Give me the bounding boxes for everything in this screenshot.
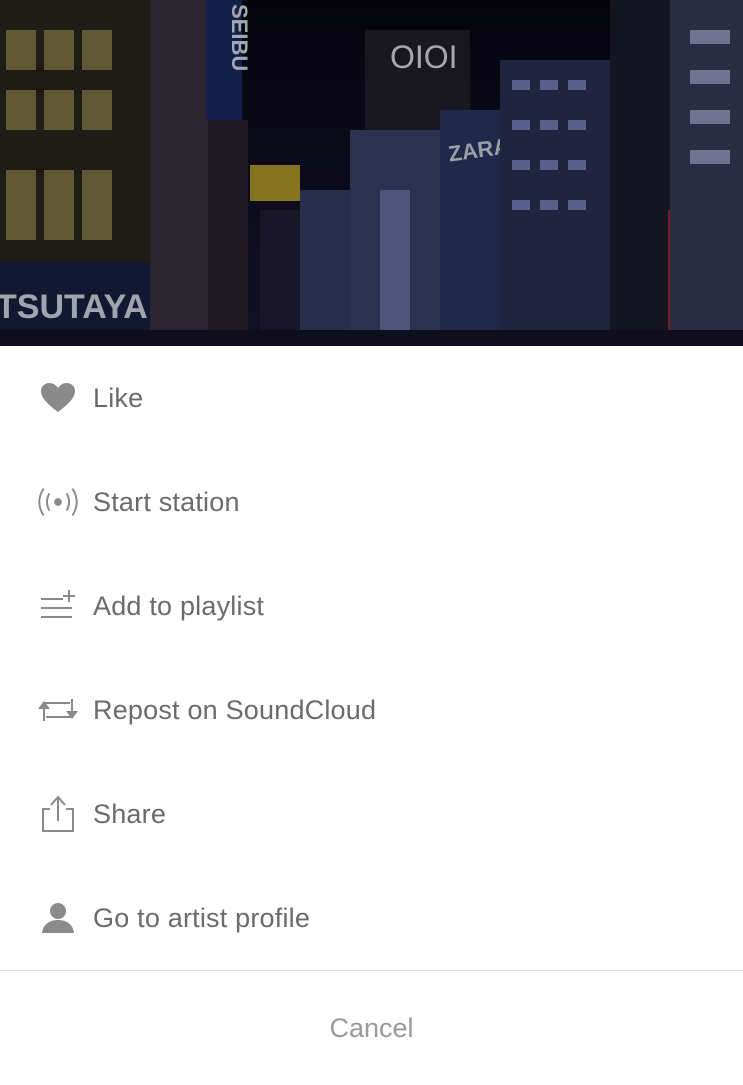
artwork-dim-overlay — [0, 0, 743, 346]
station-icon — [34, 482, 82, 522]
menu-item-label: Like — [93, 382, 144, 413]
heart-icon — [34, 378, 82, 418]
menu-item-like[interactable]: Like — [0, 346, 743, 450]
add-to-playlist-icon — [34, 586, 82, 626]
menu-item-start-station[interactable]: Start station — [0, 450, 743, 554]
track-artwork: TSUTAYA SEIBU OIOI ZARA — [0, 0, 743, 346]
menu-item-label: Add to playlist — [93, 590, 265, 621]
cancel-button[interactable]: Cancel — [0, 971, 743, 1085]
menu-item-add-to-playlist[interactable]: Add to playlist — [0, 554, 743, 658]
menu-item-label: Start station — [93, 486, 240, 517]
menu-item-repost[interactable]: Repost on SoundCloud — [0, 658, 743, 762]
menu-item-artist-profile[interactable]: Go to artist profile — [0, 866, 743, 970]
share-icon — [34, 794, 82, 834]
menu-item-label: Repost on SoundCloud — [93, 694, 377, 725]
user-icon — [34, 898, 82, 938]
menu-item-label: Share — [93, 798, 167, 829]
menu-item-share[interactable]: Share — [0, 762, 743, 866]
menu-item-label: Go to artist profile — [93, 902, 311, 933]
action-sheet: Like Start station Add to playlist Repos… — [0, 346, 743, 1085]
repost-icon — [34, 690, 82, 730]
